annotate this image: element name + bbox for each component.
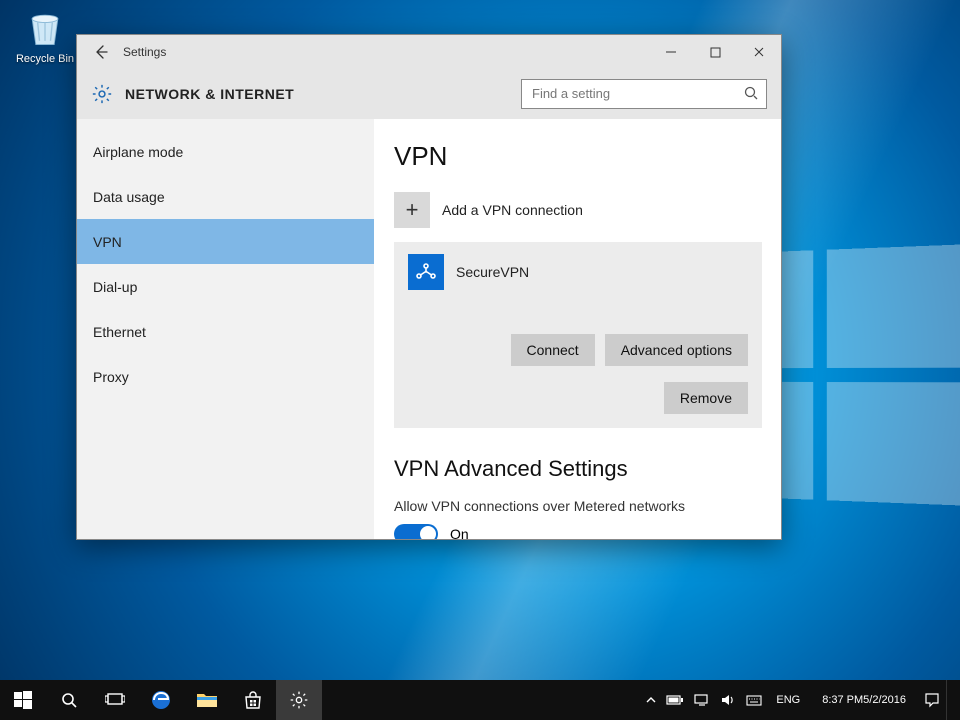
titlebar[interactable]: Settings [77, 35, 781, 69]
vpn-network-icon [408, 254, 444, 290]
tray-network[interactable] [694, 680, 710, 720]
maximize-button[interactable] [693, 35, 737, 69]
tray-action-center[interactable] [924, 680, 940, 720]
add-vpn-label: Add a VPN connection [442, 202, 583, 218]
tray-input-indicator[interactable] [746, 680, 762, 720]
tray-date: 5/2/2016 [863, 694, 906, 707]
settings-body: Airplane mode Data usage VPN Dial-up Eth… [77, 119, 781, 539]
close-icon [753, 46, 765, 58]
vpn-connection-name: SecureVPN [456, 264, 529, 280]
search-icon [743, 85, 759, 101]
back-button[interactable] [85, 36, 117, 68]
notification-icon [924, 692, 940, 708]
tray-time: 8:37 PM [822, 694, 863, 707]
volume-icon [720, 693, 736, 707]
taskbar-settings[interactable] [276, 680, 322, 720]
recycle-bin[interactable]: Recycle Bin [10, 6, 80, 65]
recycle-bin-icon [23, 6, 67, 50]
keyboard-icon [746, 693, 762, 707]
sidebar-item-dial-up[interactable]: Dial-up [77, 264, 374, 309]
sidebar-item-proxy[interactable]: Proxy [77, 354, 374, 399]
gear-icon [91, 83, 113, 105]
tray-clock[interactable]: 8:37 PM 5/2/2016 [814, 680, 914, 720]
store-icon [243, 690, 263, 710]
desktop: Recycle Bin Settings [0, 0, 960, 720]
task-view-icon [105, 692, 125, 708]
edge-icon [150, 689, 172, 711]
settings-header: NETWORK & INTERNET [77, 69, 781, 119]
vpn-connection-card[interactable]: SecureVPN Connect Advanced options Remov… [394, 242, 762, 428]
maximize-icon [710, 47, 721, 58]
sidebar-item-ethernet[interactable]: Ethernet [77, 309, 374, 354]
metered-toggle[interactable] [394, 524, 438, 539]
network-icon [694, 693, 710, 707]
battery-icon [666, 694, 684, 706]
sidebar: Airplane mode Data usage VPN Dial-up Eth… [77, 119, 374, 539]
show-desktop-button[interactable] [946, 680, 960, 720]
sidebar-item-airplane-mode[interactable]: Airplane mode [77, 129, 374, 174]
advanced-options-button[interactable]: Advanced options [605, 334, 748, 366]
metered-toggle-state: On [450, 526, 469, 539]
plus-icon: + [394, 192, 430, 228]
windows-start-icon [14, 691, 32, 709]
start-button[interactable] [0, 680, 46, 720]
taskbar-store[interactable] [230, 680, 276, 720]
recycle-bin-label: Recycle Bin [10, 53, 80, 65]
connect-button[interactable]: Connect [511, 334, 595, 366]
tray-overflow[interactable] [646, 680, 656, 720]
search-container [521, 79, 767, 109]
minimize-button[interactable] [649, 35, 693, 69]
task-view-button[interactable] [92, 680, 138, 720]
arrow-left-icon [93, 44, 109, 60]
taskbar-search-button[interactable] [46, 680, 92, 720]
gear-icon [289, 690, 309, 710]
folder-icon [196, 691, 218, 709]
taskbar-edge[interactable] [138, 680, 184, 720]
metered-description: Allow VPN connections over Metered netwo… [394, 498, 761, 514]
header-title: NETWORK & INTERNET [125, 86, 294, 102]
search-icon [60, 691, 78, 709]
sidebar-item-data-usage[interactable]: Data usage [77, 174, 374, 219]
tray-volume[interactable] [720, 680, 736, 720]
chevron-up-icon [646, 695, 656, 705]
search-input[interactable] [521, 79, 767, 109]
close-button[interactable] [737, 35, 781, 69]
tray-language[interactable]: ENG [772, 680, 804, 720]
window-title: Settings [123, 45, 166, 59]
taskbar-file-explorer[interactable] [184, 680, 230, 720]
metered-toggle-row: On [394, 524, 761, 539]
tray-battery[interactable] [666, 680, 684, 720]
window-controls [649, 35, 781, 69]
system-tray: ENG 8:37 PM 5/2/2016 [640, 680, 946, 720]
minimize-icon [665, 46, 677, 58]
add-vpn-connection[interactable]: + Add a VPN connection [394, 192, 761, 228]
taskbar: ENG 8:37 PM 5/2/2016 [0, 680, 960, 720]
advanced-settings-title: VPN Advanced Settings [394, 456, 761, 482]
remove-button[interactable]: Remove [664, 382, 748, 414]
settings-window: Settings NETWORK & INTERNET [76, 34, 782, 540]
content-pane: VPN + Add a VPN connection [374, 119, 781, 539]
sidebar-item-vpn[interactable]: VPN [77, 219, 374, 264]
page-title: VPN [394, 141, 761, 172]
